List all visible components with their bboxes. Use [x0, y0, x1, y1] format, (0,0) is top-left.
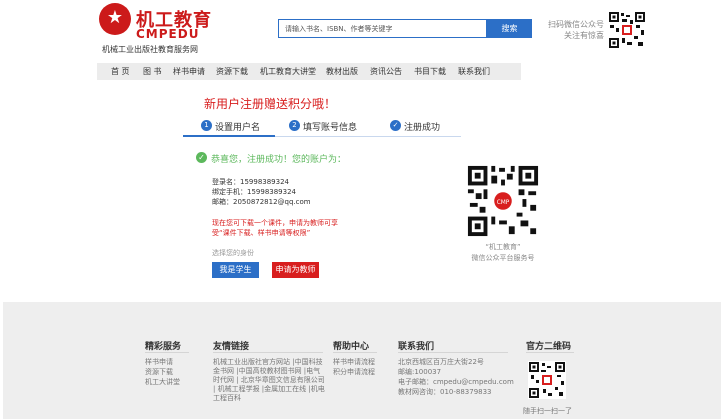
- apply-teacher-button[interactable]: 申请为教师: [272, 262, 319, 278]
- nav-sample-request[interactable]: 样书申请: [173, 63, 205, 80]
- footer-link-sample-process[interactable]: 样书申请流程: [333, 358, 375, 367]
- footer-link-resource-download[interactable]: 资源下载: [145, 368, 173, 377]
- contact-postcode: 邮编:100037: [398, 368, 442, 376]
- step-1-badge: 1: [201, 120, 212, 131]
- steps-progress-active: [183, 135, 275, 137]
- choose-identity-label: 选择您的身份: [212, 249, 254, 257]
- friend-links-line-2[interactable]: 金书网 |中国高校教材图书网 |电气: [213, 367, 320, 376]
- footer-col2-title: 友情链接: [213, 342, 250, 352]
- step-2-badge: 2: [289, 120, 300, 131]
- teacher-privilege-notice: 现在您可下载一个课件，申请为教师可享 受“课件下载、样书申请等权限”: [212, 218, 372, 238]
- star-icon: ★: [106, 7, 124, 28]
- nav-catalog-download[interactable]: 书目下载: [414, 63, 446, 80]
- notice-line-1: 现在您可下载一个课件，申请为教师可享: [212, 219, 338, 227]
- search-button[interactable]: 搜索: [487, 19, 532, 38]
- nav-announcements[interactable]: 资讯公告: [370, 63, 402, 80]
- friend-links-line-5[interactable]: 工程百科: [213, 394, 241, 403]
- footer-col5-title: 官方二维码: [526, 342, 572, 352]
- logo-subtitle: CMPEDU: [136, 27, 200, 41]
- footer-col2-divider: [213, 352, 323, 353]
- logo-emblem[interactable]: ★: [99, 3, 131, 35]
- contact-address: 北京西城区百万庄大街22号: [398, 358, 484, 366]
- footer-link-lecture-hall[interactable]: 机工大讲堂: [145, 378, 180, 387]
- promo-banner: 新用户注册赠送积分哦！: [204, 97, 337, 111]
- contact-email[interactable]: 电子邮箱：cmpedu@cmpedu.com: [398, 378, 514, 387]
- scan-prompt: 扫码微信公众号 关注有惊喜: [548, 19, 604, 41]
- footer-qr-caption: 随手扫一扫一了: [523, 407, 572, 415]
- notice-line-2: 受“课件下载、样书申请等权限”: [212, 229, 311, 237]
- nav-resource-download[interactable]: 资源下载: [216, 63, 248, 80]
- svg-text:CMP: CMP: [497, 200, 510, 206]
- contact-phone: 教材网咨询：010-88379833: [398, 388, 492, 396]
- footer-link-points-process[interactable]: 积分申请流程: [333, 368, 375, 377]
- footer-col4-divider: [398, 352, 508, 353]
- footer-qr-code-icon: [528, 361, 566, 399]
- login-name: 登录名：15998389324: [212, 178, 289, 186]
- footer-col3-title: 帮助中心: [333, 342, 370, 352]
- footer-col3-divider: [333, 352, 377, 353]
- footer-col4-title: 联系我们: [398, 342, 435, 352]
- scan-line-1: 扫码微信公众号: [548, 20, 604, 29]
- nav-books[interactable]: 图 书: [143, 63, 162, 80]
- nav-contact-us[interactable]: 联系我们: [458, 63, 490, 80]
- nav-textbook-publish[interactable]: 教材出版: [326, 63, 358, 80]
- student-button[interactable]: 我是学生: [212, 262, 259, 278]
- bound-phone: 绑定手机：15998389324: [212, 188, 296, 196]
- logo-caption: 机械工业出版社教育服务网: [102, 45, 198, 54]
- footer-col5-divider: [526, 352, 574, 353]
- footer-col1-divider: [145, 352, 189, 353]
- nav-home[interactable]: 首 页: [111, 63, 130, 80]
- friend-links-line-3[interactable]: 时代网 | 北京华章图文信息有限公司: [213, 376, 325, 385]
- qr-caption-line-1: “机工教育”: [485, 243, 521, 251]
- scan-line-2: 关注有惊喜: [564, 31, 604, 40]
- wechat-qr-code-icon: CMP: [466, 164, 540, 238]
- footer-col1-title: 精彩服务: [145, 342, 182, 352]
- step-1-label: 设置用户名: [215, 123, 261, 133]
- step-3-label: 注册成功: [404, 123, 441, 133]
- account-email: 邮箱：2050872812@qq.com: [212, 198, 311, 206]
- friend-links-line-1[interactable]: 机械工业出版社官方网站 |中国科技: [213, 358, 323, 367]
- search-input[interactable]: 请输入书名、ISBN、作者等关键字: [278, 19, 487, 38]
- footer-link-sample-request[interactable]: 样书申请: [145, 358, 173, 367]
- nav-lecture-hall[interactable]: 机工教育大讲堂: [260, 63, 316, 80]
- step-2-label: 填写账号信息: [303, 123, 358, 133]
- friend-links-line-4[interactable]: | 机械工程学报 |金属加工在线 |机电: [213, 385, 325, 394]
- qr-caption-line-2: 微信公众平台服务号: [471, 254, 535, 262]
- header-qr-code-icon: [608, 11, 646, 49]
- step-3-check-icon: ✓: [390, 120, 401, 131]
- qr-caption: “机工教育” 微信公众平台服务号: [468, 242, 538, 264]
- success-message: 恭喜您，注册成功！您的账户为：: [211, 155, 347, 165]
- success-check-icon: ✓: [196, 152, 207, 163]
